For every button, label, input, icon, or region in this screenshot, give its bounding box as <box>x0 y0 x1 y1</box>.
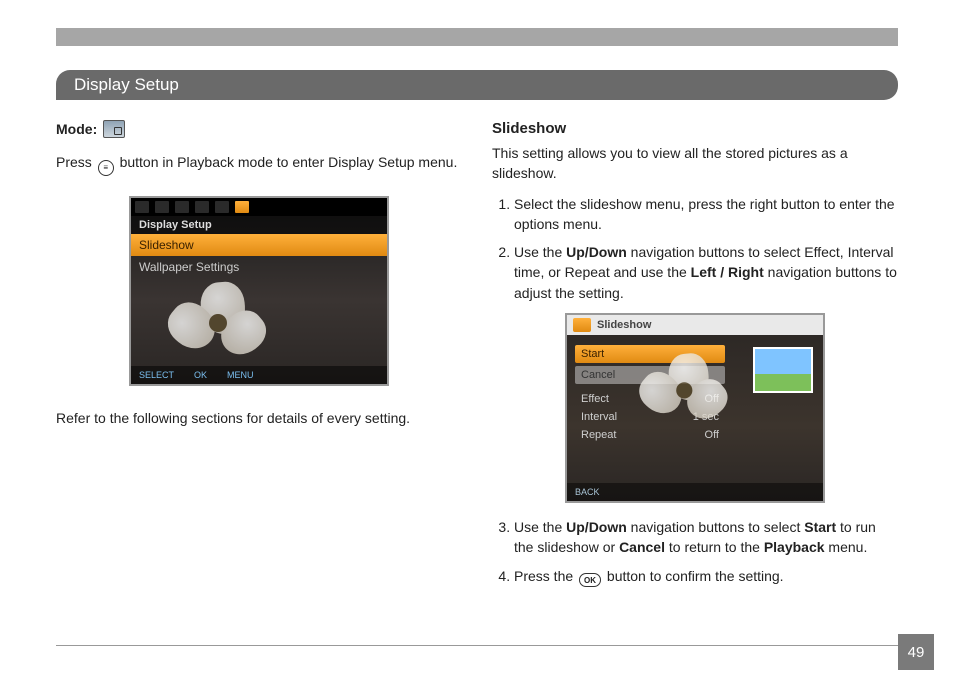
slideshow-heading: Slideshow <box>492 120 898 137</box>
ss1-footer-select: SELECT <box>139 370 174 380</box>
refer-text: Refer to the following sections for deta… <box>56 410 462 426</box>
ss1-tab <box>135 201 149 213</box>
playback-mode-icon <box>103 120 125 138</box>
ss2-footer: BACK <box>567 483 823 501</box>
step-3: Use the Up/Down navigation buttons to se… <box>514 517 898 558</box>
right-column: Slideshow This setting allows you to vie… <box>492 120 898 644</box>
footer-rule <box>56 645 898 646</box>
ss1-item-slideshow: Slideshow <box>131 234 387 256</box>
section-header: Display Setup <box>56 70 898 100</box>
slideshow-desc: This setting allows you to view all the … <box>492 143 898 184</box>
ss1-tab-active <box>235 201 249 213</box>
ss1-footer: SELECT OK MENU <box>131 366 387 384</box>
top-gray-bar <box>56 28 898 46</box>
menu-button-icon <box>98 160 114 176</box>
ss2-body: Start Cancel Effect Off Interval 1 sec <box>567 335 823 444</box>
ss2-title: Slideshow <box>597 319 651 331</box>
ss2-chip-icon <box>573 318 591 332</box>
ss1-title: Display Setup <box>131 216 387 234</box>
mode-line: Mode: <box>56 120 462 138</box>
ss1-footer-menu: MENU <box>227 370 254 380</box>
ok-button-icon: OK <box>579 573 601 587</box>
ss2-header: Slideshow <box>567 315 823 335</box>
mode-label: Mode: <box>56 121 97 137</box>
page-number: 49 <box>898 634 934 670</box>
press-instruction: Press button in Playback mode to enter D… <box>56 152 462 176</box>
ss2-thumbnail <box>753 347 813 393</box>
steps-list-cont: Use the Up/Down navigation buttons to se… <box>492 517 898 587</box>
ss1-tab <box>215 201 229 213</box>
ss2-row-repeat: Repeat Off <box>575 426 725 444</box>
ss1-tabs <box>131 198 387 216</box>
display-setup-screenshot: Display Setup Slideshow Wallpaper Settin… <box>129 196 389 386</box>
flower-graphic <box>633 345 741 426</box>
step-4: Press the OK button to confirm the setti… <box>514 566 898 588</box>
step-1: Select the slideshow menu, press the rig… <box>514 194 898 235</box>
ss1-footer-ok: OK <box>194 370 207 380</box>
ss2-footer-back: BACK <box>575 487 600 497</box>
steps-list: Select the slideshow menu, press the rig… <box>492 194 898 303</box>
section-title: Display Setup <box>74 75 179 94</box>
ss1-tab <box>195 201 209 213</box>
press-prefix: Press <box>56 154 92 170</box>
ss1-tab <box>155 201 169 213</box>
ss1-tab <box>175 201 189 213</box>
step-2: Use the Up/Down navigation buttons to se… <box>514 242 898 303</box>
left-column: Mode: Press button in Playback mode to e… <box>56 120 462 644</box>
press-suffix: button in Playback mode to enter Display… <box>120 154 458 170</box>
content-columns: Mode: Press button in Playback mode to e… <box>56 120 898 644</box>
slideshow-screenshot: Slideshow Start Cancel Effect Off <box>565 313 825 503</box>
flower-graphic <box>161 272 281 362</box>
